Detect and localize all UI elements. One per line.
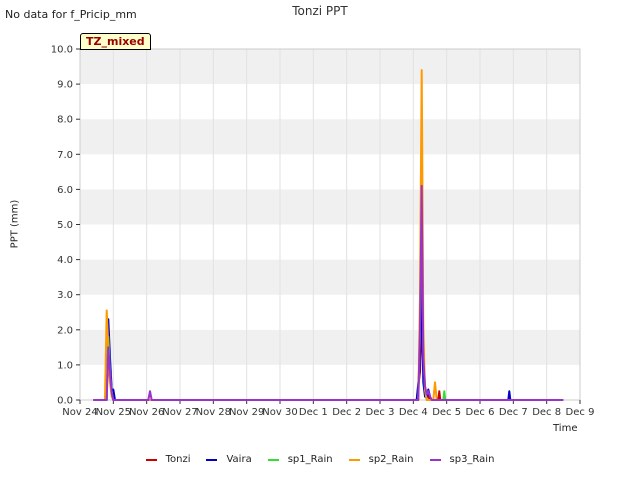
chart-title: Tonzi PPT [292,4,348,18]
plot-band [80,364,580,400]
plot-band [80,224,580,260]
legend-label: Tonzi [165,454,191,465]
y-tick-label: 8.0 [57,115,73,126]
x-tick-label: Dec 4 [399,407,428,418]
y-tick-label: 0.0 [57,396,73,407]
plot-band [80,154,580,190]
legend-swatch [429,458,441,461]
site-tag: TZ_mixed [80,33,151,50]
y-tick-label: 2.0 [57,325,73,336]
plot-band [80,294,580,330]
y-axis-label: PPT (mm) [9,199,21,249]
plot-band [80,119,580,155]
legend-swatch [145,458,157,461]
plot-band [80,49,580,85]
x-tick-label: Nov 24 [62,407,97,418]
x-tick-label: Nov 28 [196,407,231,418]
x-tick-label: Dec 5 [432,407,461,418]
x-tick-label: Dec 9 [566,407,595,418]
legend-label: Vaira [226,454,252,465]
x-tick-label: Nov 26 [129,407,164,418]
y-tick-label: 6.0 [57,185,73,196]
y-tick-label: 4.0 [57,255,73,266]
legend-item: sp2_Rain [348,454,414,465]
legend-label: sp2_Rain [368,454,414,465]
x-tick-label: Nov 29 [229,407,264,418]
y-tick-label: 10.0 [51,45,73,56]
plot-background-bands [80,49,580,400]
y-tick-label: 9.0 [57,80,73,91]
y-tick-label: 3.0 [57,290,73,301]
x-tick-label: Dec 3 [366,407,395,418]
x-tick-label: Dec 7 [499,407,528,418]
legend-swatch [206,458,218,461]
x-axis-label: Time [553,423,578,434]
x-tick-label: Nov 27 [162,407,197,418]
chart-canvas: 0.0 1.0 2.0 3.0 4.0 5.0 6.0 7.0 8.0 9.0 10.0 Nov 2… [51,45,595,419]
x-tick-label: Nov 30 [262,407,297,418]
legend-item: Tonzi [145,454,191,465]
legend-label: sp1_Rain [287,454,333,465]
plot-band [80,259,580,295]
x-axis-ticks: Nov 24Nov 25Nov 26Nov 27Nov 28Nov 29Nov … [62,400,594,418]
x-tick-label: Dec 6 [466,407,495,418]
legend-label: sp3_Rain [449,454,495,465]
y-tick-label: 1.0 [57,360,73,371]
y-tick-label: 7.0 [57,150,73,161]
plot-band [80,329,580,365]
legend-swatch [348,458,360,461]
x-tick-label: Nov 25 [96,407,131,418]
legend: Tonzi Vaira sp1_Rain sp2_Rain sp3_Rain [0,454,640,465]
legend-item: Vaira [206,454,252,465]
x-tick-label: Dec 8 [532,407,561,418]
plot-band [80,84,580,120]
plot-band [80,189,580,225]
y-axis-ticks: 0.0 1.0 2.0 3.0 4.0 5.0 6.0 7.0 8.0 9.0 10.0 [51,45,80,407]
x-tick-label: Dec 1 [299,407,328,418]
legend-item: sp1_Rain [267,454,333,465]
x-tick-label: Dec 2 [332,407,361,418]
legend-item: sp3_Rain [429,454,495,465]
legend-swatch [267,458,279,461]
y-tick-label: 5.0 [57,220,73,231]
